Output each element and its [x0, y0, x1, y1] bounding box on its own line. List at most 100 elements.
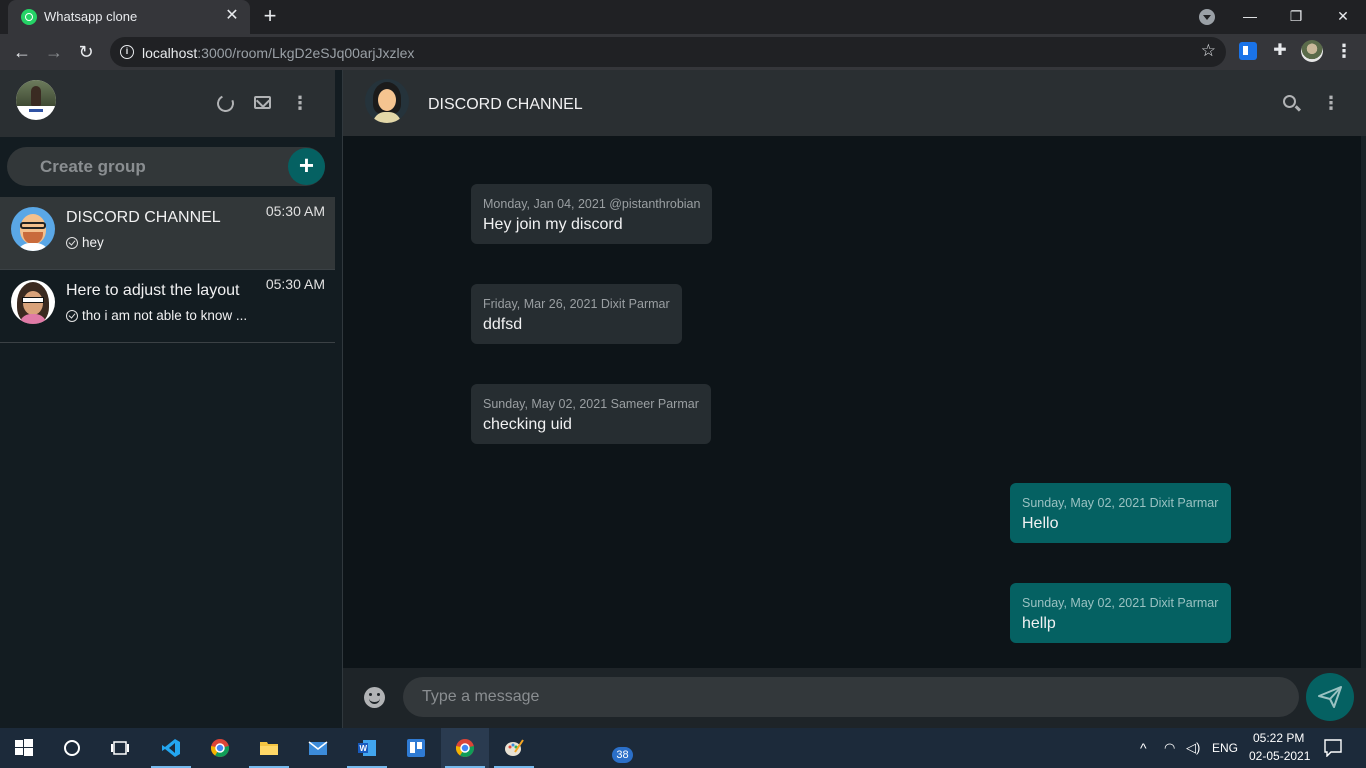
chat-time: 05:30 AM	[265, 276, 325, 292]
windows-taskbar: 38 W ^ ◠ ◁) ENG 05:22 PM 02-05-2021	[0, 728, 1366, 768]
start-button[interactable]	[0, 728, 48, 768]
message-text: checking uid	[483, 416, 572, 433]
message-meta: Friday, Mar 26, 2021 Dixit Parmar	[483, 297, 670, 311]
taskbar-vscode[interactable]	[147, 728, 195, 768]
folder-icon	[260, 742, 278, 755]
address-bar[interactable]: i localhost:3000/room/LkgD2eSJq00arjJxzl…	[110, 37, 1226, 67]
room-name: DISCORD CHANNEL	[428, 96, 583, 113]
chat-header: DISCORD CHANNEL ⋮	[343, 70, 1366, 136]
language-indicator[interactable]: ENG	[1212, 728, 1238, 768]
check-circle-icon	[66, 309, 78, 322]
extensions-puzzle-icon[interactable]: ✚	[1271, 42, 1289, 60]
whatsapp-app: ⋮ + DISCORD CHANNEL 05:30 AM hey Here to…	[0, 70, 1366, 728]
taskbar-mail[interactable]: 38	[294, 728, 633, 768]
window-close-button[interactable]: ✕	[1320, 0, 1366, 32]
chat-panel: DISCORD CHANNEL ⋮ Monday, Jan 04, 2021 @…	[343, 70, 1366, 728]
whatsapp-favicon-icon	[21, 9, 37, 25]
create-group-input[interactable]	[21, 147, 281, 186]
browser-profile-avatar[interactable]	[1301, 40, 1323, 62]
extension-trello-icon[interactable]	[1239, 42, 1257, 60]
word-icon: W	[358, 740, 376, 756]
message-meta: Sunday, May 02, 2021 Dixit Parmar	[1022, 496, 1219, 510]
message-input[interactable]	[403, 677, 1299, 717]
notification-icon[interactable]	[1324, 739, 1342, 757]
url-text: localhost:3000/room/LkgD2eSJq00arjJxzlex	[142, 45, 415, 61]
check-circle-icon	[66, 236, 78, 249]
chat-avatar	[11, 280, 55, 324]
message-bubble: Friday, Mar 26, 2021 Dixit Parmar ddfsd	[471, 284, 682, 344]
room-avatar[interactable]	[365, 79, 409, 123]
browser-tab[interactable]: Whatsapp clone ✕	[8, 0, 250, 34]
task-view-button[interactable]	[96, 728, 144, 768]
tab-search-icon[interactable]	[1199, 9, 1215, 25]
taskbar-paint[interactable]	[490, 728, 538, 768]
mail-badge: 38	[612, 747, 633, 763]
message-bubble: Monday, Jan 04, 2021 @pistanthrobian Hey…	[471, 184, 713, 244]
task-view-icon	[111, 741, 129, 755]
windows-logo-icon	[15, 739, 33, 756]
message-bubble: Sunday, May 02, 2021 Sameer Parmar check…	[471, 384, 711, 444]
message-meta: Monday, Jan 04, 2021 @pistanthrobian	[483, 197, 701, 211]
tray-chevron-icon[interactable]: ^	[1140, 728, 1147, 768]
user-avatar[interactable]	[16, 80, 56, 120]
mail-icon	[308, 741, 328, 755]
emoji-icon[interactable]	[364, 687, 385, 708]
chat-last-message: hey	[66, 235, 104, 250]
cortana-circle-icon	[64, 740, 80, 756]
message-text: hellp	[1022, 615, 1056, 632]
taskbar-chrome[interactable]	[196, 728, 244, 768]
sidebar-header: ⋮	[0, 70, 335, 137]
scrollbar[interactable]	[1361, 136, 1366, 668]
sidebar: ⋮ + DISCORD CHANNEL 05:30 AM hey Here to…	[0, 70, 335, 728]
vscode-icon	[162, 739, 180, 757]
add-group-button[interactable]: +	[288, 148, 325, 185]
chat-name: Here to adjust the layout	[66, 282, 240, 299]
chrome-icon	[210, 739, 230, 758]
taskbar-trello[interactable]	[392, 728, 440, 768]
chat-time: 05:30 AM	[265, 203, 325, 219]
chrome-profile-icon	[455, 739, 475, 758]
restore-button[interactable]: ❐	[1273, 0, 1319, 32]
clock-time[interactable]: 05:22 PM	[1253, 731, 1304, 745]
message-meta: Sunday, May 02, 2021 Dixit Parmar	[1022, 596, 1219, 610]
clock-date[interactable]: 02-05-2021	[1249, 749, 1310, 763]
tab-close-icon[interactable]: ✕	[222, 6, 242, 26]
chat-list-item[interactable]: Here to adjust the layout 05:30 AM tho i…	[0, 270, 335, 343]
status-icon[interactable]	[214, 92, 237, 115]
new-tab-button[interactable]: +	[259, 5, 281, 27]
message-text: ddfsd	[483, 316, 523, 333]
paint-palette-icon	[505, 739, 524, 756]
message-bubble: Sunday, May 02, 2021 Dixit Parmar Hello	[1010, 483, 1231, 543]
back-arrow-icon[interactable]: ←	[10, 40, 34, 64]
sidebar-more-icon[interactable]: ⋮	[291, 94, 309, 112]
search-taskbar-button[interactable]	[48, 728, 96, 768]
trello-icon	[407, 739, 425, 757]
taskbar-chrome-active[interactable]	[441, 728, 489, 768]
message-text: Hey join my discord	[483, 216, 623, 233]
site-info-icon[interactable]: i	[120, 45, 134, 59]
create-group-bar: +	[7, 147, 325, 186]
send-icon	[1318, 686, 1342, 708]
taskbar-word[interactable]: W	[343, 728, 391, 768]
chat-list-item[interactable]: DISCORD CHANNEL 05:30 AM hey	[0, 197, 335, 270]
browser-menu-icon[interactable]: ⋮	[1335, 41, 1353, 61]
wifi-icon[interactable]: ◠	[1164, 728, 1175, 768]
new-chat-icon[interactable]	[254, 96, 271, 109]
chat-more-icon[interactable]: ⋮	[1322, 94, 1340, 112]
svg-text:W: W	[360, 744, 368, 753]
volume-icon[interactable]: ◁)	[1186, 728, 1200, 768]
browser-tab-strip: Whatsapp clone ✕ + — ❐ ✕	[0, 0, 1366, 34]
message-list: Monday, Jan 04, 2021 @pistanthrobian Hey…	[343, 136, 1366, 668]
search-icon[interactable]	[1283, 95, 1296, 108]
bookmark-star-icon[interactable]: ☆	[1201, 41, 1216, 61]
send-button[interactable]	[1306, 673, 1354, 721]
chat-avatar	[11, 207, 55, 251]
forward-arrow-icon[interactable]: →	[42, 40, 66, 64]
reload-icon[interactable]: ↻	[74, 40, 98, 64]
message-meta: Sunday, May 02, 2021 Sameer Parmar	[483, 397, 699, 411]
message-bubble: Sunday, May 02, 2021 Dixit Parmar hellp	[1010, 583, 1231, 643]
minimize-button[interactable]: —	[1227, 0, 1273, 32]
taskbar-file-explorer[interactable]	[245, 728, 293, 768]
tab-title: Whatsapp clone	[44, 9, 138, 24]
chat-last-message: tho i am not able to know ...	[66, 308, 247, 323]
